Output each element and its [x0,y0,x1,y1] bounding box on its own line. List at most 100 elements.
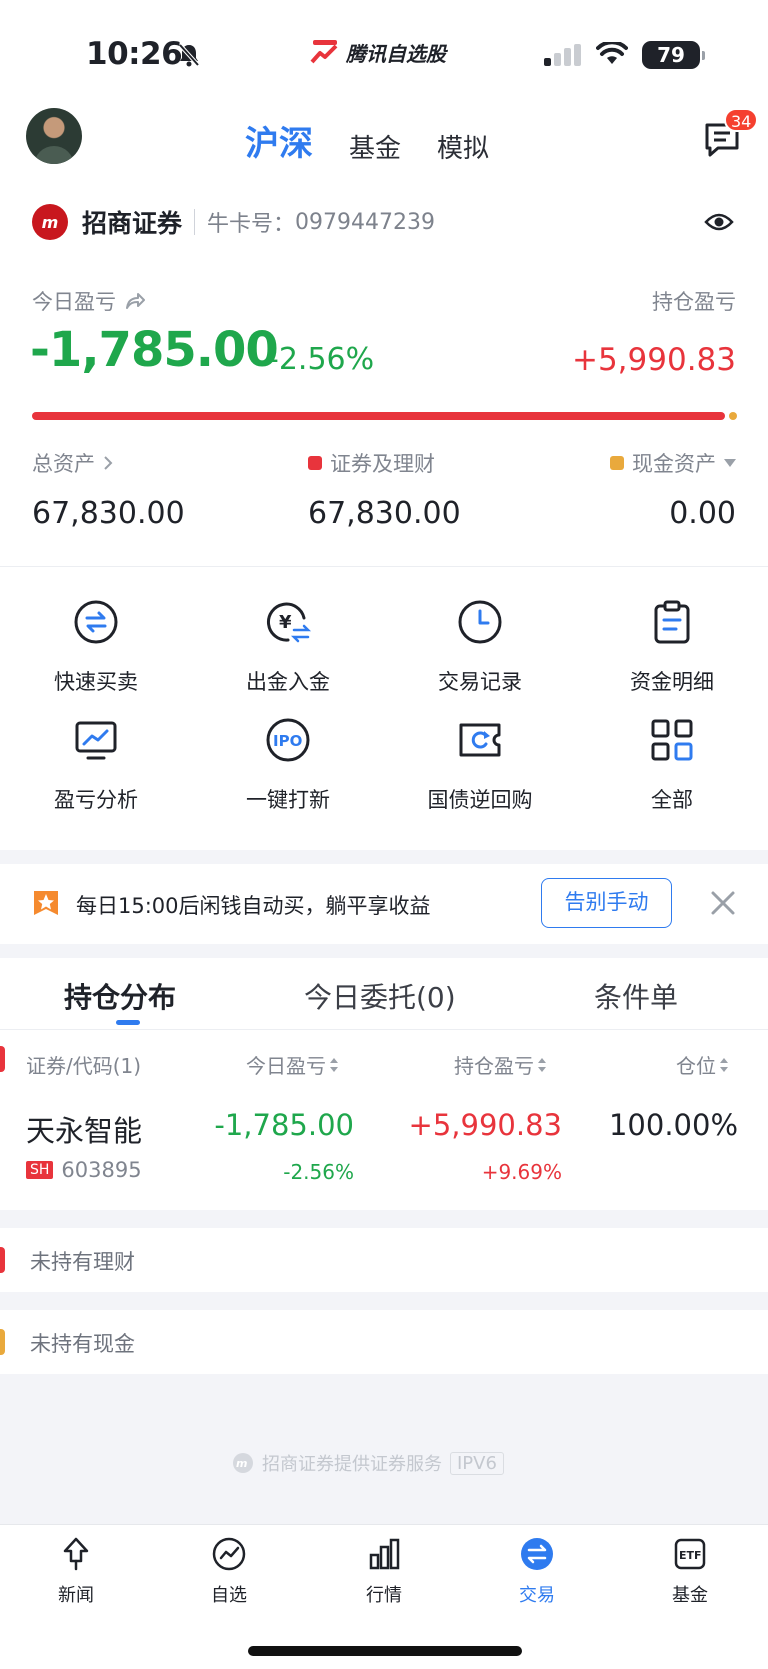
column-holding-pnl[interactable]: 持仓盈亏 [454,1050,546,1079]
home-indicator[interactable] [248,1646,522,1656]
ipo-subscribe-button[interactable]: IPO 一键打新 [192,716,384,814]
market-tabs: 沪深 基金 模拟 [245,116,489,165]
stock-code: 603895 [61,1158,142,1182]
nav-market[interactable]: 行情 [344,1535,424,1607]
quick-trade-button[interactable]: 快速买卖 [0,598,192,696]
nav-news[interactable]: 新闻 [36,1535,116,1607]
empty-wealth-text: 未持有理财 [30,1250,135,1274]
nav-label: 基金 [672,1585,708,1606]
total-assets[interactable]: 总资产 67,830.00 [32,448,185,531]
tab-fund[interactable]: 基金 [349,128,401,165]
app-brand: 腾讯自选股 [310,38,446,67]
divider [194,209,196,235]
cash-assets[interactable]: 现金资产 0.00 [610,448,736,531]
eye-icon[interactable] [704,211,734,233]
yuan-transfer-icon: ¥ [266,602,312,643]
cash-value: 0.00 [669,496,736,531]
empty-cash-text: 未持有现金 [30,1332,135,1356]
deposit-withdraw-button[interactable]: ¥ 出金入金 [192,598,384,696]
clock-icon [458,600,502,644]
fund-details-button[interactable]: 资金明细 [576,598,768,696]
row-holding-pnl: +5,990.83 [408,1108,562,1142]
securities-marker [0,1046,5,1072]
cash-allocation-dot [729,412,737,420]
nav-label: 行情 [366,1585,402,1606]
nav-label: 新闻 [58,1585,94,1606]
column-security: 证券/代码(1) [26,1054,142,1078]
broker-name: 招商证券 [82,209,183,238]
bar-chart-icon [369,1538,400,1570]
monitor-chart-icon [75,721,117,760]
row-today-pnl: -1,785.00 [214,1108,354,1142]
cash-marker [0,1329,5,1355]
quick-action-label: 快速买卖 [54,670,138,694]
today-pnl-label: 今日盈亏 [32,290,116,314]
holding-pnl-label: 持仓盈亏 [652,290,736,314]
tab-conditional-orders[interactable]: 条件单 [594,976,678,1016]
tab-hushen[interactable]: 沪深 [245,116,313,165]
column-label: 仓位 [676,1054,716,1078]
total-assets-value: 67,830.00 [32,496,185,531]
cellular-signal-icon [544,44,581,66]
status-time: 10:26 [86,36,183,72]
footer-note: m 招商证券提供证券服务 IPV6 [232,1450,504,1476]
account-label: 牛卡号： [207,212,296,237]
column-today-pnl[interactable]: 今日盈亏 [246,1050,338,1079]
watchlist-trend-icon [212,1537,246,1571]
row-today-pct: -2.56% [283,1160,354,1184]
holdings-card: 持仓分布 今日委托(0) 条件单 证券/代码(1) 今日盈亏 持仓盈亏 仓位 天… [0,958,768,1210]
wealth-marker [0,1247,5,1273]
etf-icon: ETF [674,1538,706,1570]
promo-banner[interactable]: 每日15:00后闲钱自动买，躺平享收益 告别手动 [0,864,768,944]
promo-action-button[interactable]: 告别手动 [541,878,672,928]
market-badge: SH [26,1161,54,1179]
nav-fund[interactable]: ETF 基金 [650,1535,730,1607]
trade-history-button[interactable]: 交易记录 [384,598,576,696]
avatar[interactable] [26,108,82,164]
cash-legend-swatch [610,456,624,470]
broker-logo: m [32,204,68,240]
total-assets-label: 总资产 [32,452,95,476]
svg-text:ETF: ETF [679,1549,702,1562]
svg-text:m: m [236,1457,247,1470]
svg-text:¥: ¥ [279,612,292,633]
today-pnl-value: -1,785.00 [30,322,279,378]
close-icon[interactable] [710,890,736,916]
account-number: 0979447239 [295,209,436,235]
quick-action-label: 出金入金 [246,670,330,694]
quick-action-label: 资金明细 [630,670,714,694]
nav-watchlist[interactable]: 自选 [189,1535,269,1607]
all-functions-button[interactable]: 全部 [576,716,768,814]
pnl-analysis-button[interactable]: 盈亏分析 [0,716,192,814]
column-label: 持仓盈亏 [454,1054,534,1078]
bell-muted-icon [178,43,200,67]
broker-row[interactable]: m 招商证券 牛卡号： 0979447239 [32,204,435,240]
tab-simulation[interactable]: 模拟 [437,128,489,165]
nav-label: 交易 [519,1585,555,1606]
share-icon[interactable] [124,291,146,311]
wealth-empty-row: 未持有理财 [0,1228,768,1292]
quick-action-label: 一键打新 [246,788,330,812]
news-pin-icon [63,1537,89,1571]
securities-label: 证券及理财 [330,452,435,476]
treasury-repo-button[interactable]: 国债逆回购 [384,716,576,814]
tab-positions[interactable]: 持仓分布 [64,976,176,1016]
ipo-icon: IPO [266,718,310,762]
sort-icon [720,1057,728,1072]
column-position[interactable]: 仓位 [676,1050,728,1079]
holding-pnl-value: +5,990.83 [571,342,736,378]
nav-trade[interactable]: 交易 [497,1535,577,1607]
asset-allocation-bar [32,412,725,420]
clipboard-icon [654,600,690,644]
sort-icon [538,1057,546,1072]
app-name: 腾讯自选股 [346,42,446,66]
divider [0,566,768,567]
today-pnl-percent: -2.56% [268,342,375,377]
promo-text: 每日15:00后闲钱自动买，躺平享收益 [76,894,431,918]
cash-empty-row: 未持有现金 [0,1310,768,1374]
tab-today-orders[interactable]: 今日委托(0) [304,976,456,1016]
quick-action-label: 交易记录 [438,670,522,694]
svg-text:IPO: IPO [273,732,302,750]
swap-circle-icon [74,600,118,644]
cash-label: 现金资产 [632,452,716,476]
